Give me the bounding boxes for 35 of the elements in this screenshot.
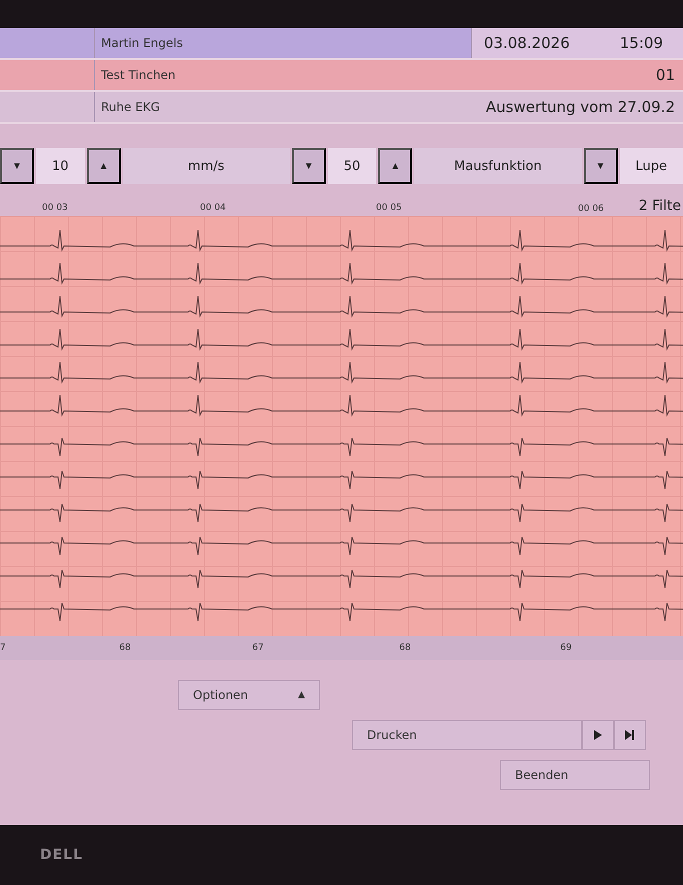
header-label: Test Tinchen: [100, 67, 177, 84]
print-button[interactable]: Drucken: [352, 720, 582, 750]
heart-rate-value: 7: [0, 643, 6, 653]
toolbar-label: Mausfunktion: [414, 148, 582, 184]
time-text: 15:09: [620, 34, 663, 52]
next-button[interactable]: [582, 720, 614, 750]
header-label: Martin Engels: [100, 35, 184, 52]
options-button[interactable]: Optionen ▲: [178, 680, 320, 710]
dropdown-button[interactable]: ▼: [584, 148, 618, 184]
quit-button[interactable]: Beenden: [500, 760, 650, 790]
heart-rate-value: 67: [252, 643, 264, 653]
dropdown-button[interactable]: ▼: [0, 148, 34, 184]
increase-button[interactable]: ▲: [86, 148, 121, 184]
header-value: Auswertung vom 27.09.2: [484, 97, 676, 118]
date-text: 03.08.2026: [484, 34, 570, 52]
time-mark: 00 05: [376, 203, 402, 213]
dropdown-button[interactable]: ▼: [292, 148, 326, 184]
skip-end-icon: [625, 730, 635, 740]
value-field[interactable]: 10: [36, 148, 85, 184]
time-mark: 00 04: [200, 203, 226, 213]
heart-rate-value: 68: [399, 643, 411, 653]
time-mark: 00 06: [578, 204, 604, 214]
header-label: Ruhe EKG: [100, 99, 161, 116]
heart-rate-value: 69: [560, 643, 572, 653]
header-value: 01: [654, 65, 676, 86]
heart-rate-value: 68: [119, 643, 131, 653]
play-icon: [594, 730, 602, 740]
toolbar-label: mm/s: [122, 148, 290, 184]
increase-button[interactable]: ▲: [378, 148, 412, 184]
time-mark: 00 03: [42, 203, 68, 213]
last-button[interactable]: [614, 720, 646, 750]
value-field[interactable]: Lupe: [620, 148, 683, 184]
value-field[interactable]: 50: [328, 148, 376, 184]
filter-label: 2 Filte: [638, 198, 681, 214]
monitor-logo: DELL: [40, 847, 84, 863]
